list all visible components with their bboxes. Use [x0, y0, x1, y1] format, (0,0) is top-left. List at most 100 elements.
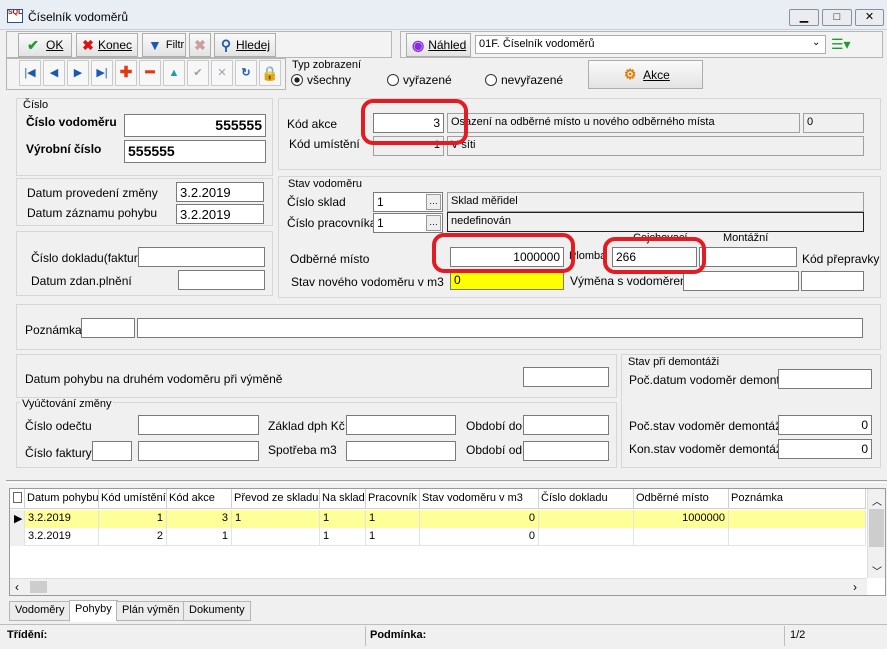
table-cell: 1	[232, 510, 320, 528]
radio-vsechny[interactable]: všechny	[291, 73, 351, 87]
close-icon: ✖	[82, 36, 94, 53]
tab-dokumenty[interactable]: Dokumenty	[183, 601, 251, 621]
vymena-field[interactable]	[683, 271, 799, 291]
tab-vodomery[interactable]: Vodoměry	[9, 601, 71, 621]
ok-button[interactable]: ✔ OK	[18, 33, 72, 57]
poc-datum-field[interactable]	[778, 369, 872, 389]
grid-header[interactable]: Převod ze skladu	[232, 489, 320, 509]
status-divider	[365, 626, 366, 646]
nahled-button[interactable]: ◉ Náhled	[406, 33, 471, 57]
tab-pohyby[interactable]: Pohyby	[69, 600, 118, 622]
last-record-icon[interactable]: ▶|	[91, 60, 113, 86]
table-cell: 2	[99, 528, 167, 546]
table-cell	[539, 510, 634, 528]
typ-zobrazeni-label: Typ zobrazení	[292, 59, 362, 71]
scroll-left-icon[interactable]: ‹	[15, 580, 19, 594]
status-divider	[784, 626, 785, 646]
montazni-plomba-field[interactable]	[699, 247, 797, 267]
cislo-odectu-field[interactable]	[138, 415, 259, 435]
scroll-down-icon[interactable]: ﹀	[872, 563, 882, 578]
grid-header[interactable]: Datum pohybu	[25, 489, 99, 509]
hledej-button[interactable]: ⚲ Hledej	[214, 33, 276, 57]
kon-stav-field[interactable]: 0	[778, 439, 872, 459]
datum-zaznamu-field[interactable]: 3.2.2019	[176, 204, 264, 224]
radio-vyrazene[interactable]: vyřazené	[387, 73, 452, 87]
add-record-icon[interactable]: ✚	[115, 60, 137, 86]
scroll-thumb[interactable]	[869, 509, 884, 547]
table-row[interactable]: ▶ 3.2.2019 1 3 1 1 1 0 1000000	[10, 510, 866, 528]
grid-header[interactable]: Poznámka	[729, 489, 866, 509]
poc-stav-label: Poč.stav vodoměr demontáž	[629, 419, 782, 433]
table-cell	[729, 510, 866, 528]
refresh-icon[interactable]: ↻	[235, 60, 257, 86]
spotreba-field[interactable]	[346, 441, 456, 461]
spotreba-label: Spotřeba m3	[268, 443, 337, 457]
delete-record-icon[interactable]: ━	[139, 60, 161, 86]
app-logo: SQL	[7, 9, 23, 23]
grid-header[interactable]: Pracovník	[366, 489, 420, 509]
next-record-icon[interactable]: ▶	[67, 60, 89, 86]
scroll-thumb[interactable]	[30, 581, 47, 593]
scroll-right-icon[interactable]: ›	[853, 580, 857, 594]
datum-zdan-field[interactable]	[178, 270, 265, 290]
prev-record-icon[interactable]: ◀	[43, 60, 65, 86]
cislo-vodomeru-field[interactable]: 555555	[124, 114, 266, 137]
minimize-button[interactable]: ▁	[789, 9, 819, 26]
obdobi-od-field[interactable]	[523, 441, 609, 461]
grid-header[interactable]: Odběrné místo	[634, 489, 729, 509]
grid-header[interactable]: Na sklad	[320, 489, 366, 509]
konec-button[interactable]: ✖ Konec	[76, 33, 138, 57]
table-cell: 1000000	[634, 510, 729, 528]
table-cell	[539, 528, 634, 546]
post-record-icon[interactable]: ✔	[187, 60, 209, 86]
poznamka-code-field[interactable]	[81, 318, 135, 338]
poznamka-field[interactable]	[137, 318, 863, 338]
grid-header[interactable]: Číslo dokladu	[539, 489, 634, 509]
vyrobni-cislo-field[interactable]: 555555	[124, 140, 266, 163]
cancel-record-icon[interactable]: ✕	[211, 60, 233, 86]
table-cell: 1	[366, 528, 420, 546]
filtr-button[interactable]: ▼ Filtr	[142, 33, 186, 57]
table-row[interactable]: 3.2.2019 2 1 1 1 0	[10, 528, 866, 546]
tab-plan-vymen[interactable]: Plán výměn	[116, 601, 186, 621]
kod-prepravky-field[interactable]	[801, 271, 864, 291]
highlight-odberne-misto	[432, 233, 575, 273]
ellipsis-icon[interactable]: …	[426, 215, 441, 231]
zaklad-dph-field[interactable]	[346, 415, 456, 435]
report-select[interactable]: 01F. Číselník vodoměrů	[475, 35, 826, 54]
cislo-faktury-prefix-field[interactable]	[92, 441, 132, 461]
scroll-up-icon[interactable]: ︿	[872, 493, 882, 508]
table-cell: 1	[99, 510, 167, 528]
datum-zmeny-field[interactable]: 3.2.2019	[176, 182, 264, 202]
clear-filter-button[interactable]: ✖	[189, 33, 211, 57]
grid-header[interactable]: Kód akce	[167, 489, 232, 509]
table-cell: 1	[320, 510, 366, 528]
list-menu-icon[interactable]: ☰▾	[831, 36, 851, 53]
vertical-scrollbar[interactable]: ︿ ﹀	[867, 489, 885, 578]
edit-record-icon[interactable]: ▲	[163, 60, 185, 86]
horizontal-scrollbar[interactable]: ‹ ›	[10, 578, 867, 595]
grid-header[interactable]: Stav vodoměru v m3	[420, 489, 539, 509]
lock-icon[interactable]: 🔒	[259, 60, 281, 86]
obdobi-do-field[interactable]	[523, 415, 609, 435]
kod-umisteni-description: V síti	[447, 136, 864, 156]
cislo-faktury-label: Číslo faktury	[25, 446, 92, 460]
grid-header[interactable]: Kód umístění	[99, 489, 167, 509]
poc-stav-field[interactable]: 0	[778, 415, 872, 435]
cislo-dokladu-label: Číslo dokladu(faktury)	[31, 251, 148, 265]
status-bar	[0, 624, 887, 649]
stav-noveho-field[interactable]: 0	[450, 270, 564, 290]
radio-nevyrazene[interactable]: nevyřazené	[485, 73, 563, 87]
close-window-button[interactable]: ✕	[855, 9, 884, 26]
ellipsis-icon[interactable]: …	[426, 194, 441, 210]
table-cell: 3	[167, 510, 232, 528]
window-title: Číselník vodoměrů	[28, 10, 129, 24]
cislo-dokladu-field[interactable]	[138, 247, 265, 267]
cislo-pracovnika-label: Číslo pracovníka	[287, 216, 377, 230]
splitter[interactable]	[6, 480, 887, 483]
cislo-faktury-field[interactable]	[138, 441, 259, 461]
druhy-datum-field[interactable]	[523, 367, 609, 387]
maximize-button[interactable]: □	[822, 9, 852, 26]
first-record-icon[interactable]: |◀	[19, 60, 41, 86]
akce-button[interactable]: ⚙ Akce	[588, 60, 703, 89]
